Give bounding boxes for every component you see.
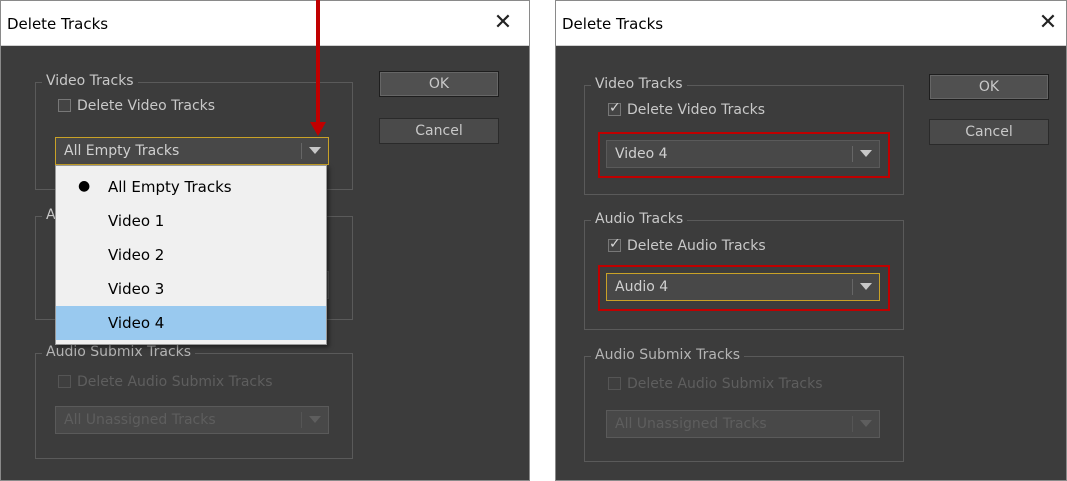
left-delete-submix-checkbox: Delete Audio Submix Tracks (58, 374, 273, 390)
right-submix-select: All Unassigned Tracks (606, 410, 880, 438)
left-video-select-value: All Empty Tracks (64, 143, 180, 159)
left-delete-video-tracks-checkbox[interactable]: Delete Video Tracks (58, 98, 215, 114)
left-dialog-title: Delete Tracks (7, 15, 109, 33)
right-cancel-button[interactable]: Cancel (929, 119, 1049, 145)
left-delete-tracks-dialog: Delete Tracks ✕ Video Tracks Delete Vide… (0, 0, 530, 481)
chevron-down-icon (860, 420, 872, 427)
dropdown-item-video-4[interactable]: Video 4 (56, 306, 326, 340)
select-separator (301, 412, 302, 428)
right-delete-submix-checkbox: Delete Audio Submix Tracks (608, 376, 823, 392)
selected-bullet-icon: ● (78, 178, 91, 194)
annotation-arrow-line (316, 0, 320, 125)
checkmark-icon: ✓ (609, 236, 621, 252)
select-separator (301, 143, 302, 159)
dropdown-item-label: All Empty Tracks (108, 178, 232, 196)
left-audio-submix-legend: Audio Submix Tracks (42, 344, 196, 360)
dropdown-item-label: Video 1 (108, 212, 165, 230)
left-submix-select: All Unassigned Tracks (55, 406, 329, 434)
right-dialog-title: Delete Tracks (562, 15, 664, 33)
checkbox-box[interactable]: ✓ (608, 236, 621, 252)
left-video-tracks-select[interactable]: All Empty Tracks (55, 137, 329, 165)
right-audio-submix-group: Audio Submix Tracks (584, 347, 904, 462)
dropdown-item-video-2[interactable]: Video 2 (56, 238, 326, 272)
dropdown-item-label: Video 2 (108, 246, 165, 264)
right-ok-button[interactable]: OK (929, 74, 1049, 100)
left-delete-submix-label: Delete Audio Submix Tracks (77, 374, 273, 390)
right-delete-video-tracks-checkbox[interactable]: ✓ Delete Video Tracks (608, 100, 766, 118)
right-delete-video-tracks-label: Delete Video Tracks (627, 102, 766, 118)
left-ok-button[interactable]: OK (379, 71, 499, 97)
dropdown-item-video-1[interactable]: Video 1 (56, 204, 326, 238)
dropdown-item-label: Video 3 (108, 280, 165, 298)
right-close-icon[interactable]: ✕ (1034, 9, 1062, 37)
right-delete-audio-tracks-checkbox[interactable]: ✓ Delete Audio Tracks (608, 236, 766, 254)
dropdown-item-all-empty-tracks[interactable]: ● All Empty Tracks (56, 170, 326, 204)
dropdown-item-label: Video 4 (108, 314, 165, 332)
right-delete-audio-tracks-label: Delete Audio Tracks (627, 238, 766, 254)
right-title-bar: Delete Tracks ✕ (556, 1, 1066, 46)
right-delete-tracks-dialog: Delete Tracks ✕ Video Tracks ✓ Delete Vid… (555, 0, 1067, 481)
checkbox-box (608, 377, 621, 390)
select-separator (852, 416, 853, 432)
left-close-icon[interactable]: ✕ (489, 9, 517, 37)
right-delete-submix-label: Delete Audio Submix Tracks (627, 376, 823, 392)
checkbox-box (58, 375, 71, 388)
right-video-tracks-legend: Video Tracks (591, 76, 687, 92)
left-video-tracks-dropdown-list: ● All Empty Tracks Video 1 Video 2 Video… (55, 165, 327, 345)
chevron-down-icon[interactable] (309, 147, 321, 154)
chevron-down-icon (309, 416, 321, 423)
checkmark-icon: ✓ (609, 100, 621, 116)
annotation-highlight-video-select (598, 132, 890, 178)
right-submix-select-value: All Unassigned Tracks (615, 416, 767, 432)
annotation-highlight-audio-select (598, 265, 890, 311)
checkbox-box[interactable] (58, 99, 71, 112)
right-audio-tracks-legend: Audio Tracks (591, 211, 688, 227)
left-title-bar: Delete Tracks ✕ (1, 1, 529, 46)
left-video-tracks-legend: Video Tracks (42, 73, 138, 89)
left-delete-video-tracks-label: Delete Video Tracks (77, 98, 216, 114)
annotation-arrow-head-icon (310, 122, 326, 136)
left-cancel-button[interactable]: Cancel (379, 118, 499, 144)
left-submix-select-value: All Unassigned Tracks (64, 412, 216, 428)
dropdown-item-video-3[interactable]: Video 3 (56, 272, 326, 306)
right-audio-submix-legend: Audio Submix Tracks (591, 347, 745, 363)
checkbox-box[interactable]: ✓ (608, 100, 621, 116)
